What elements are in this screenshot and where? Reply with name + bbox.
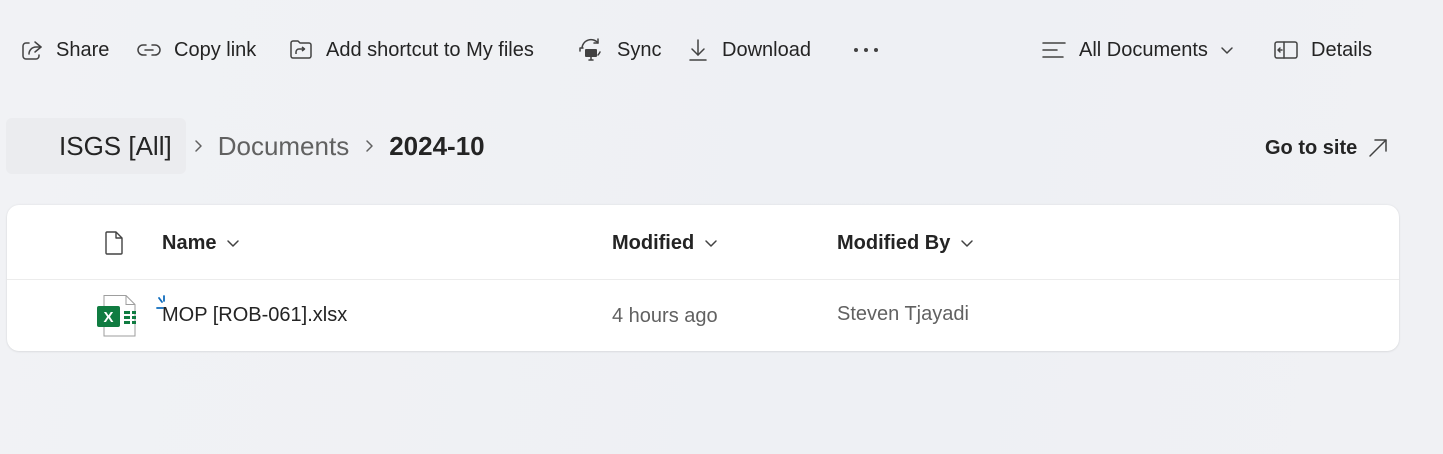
- add-shortcut-button[interactable]: Add shortcut to My files: [288, 30, 534, 70]
- document-icon: [105, 231, 123, 255]
- command-bar: Share Copy link Add shortcut to My files…: [0, 0, 1443, 100]
- excel-file-icon: X: [97, 295, 136, 337]
- chevron-down-icon: [227, 240, 240, 247]
- view-label: All Documents: [1079, 38, 1208, 61]
- name-column-header[interactable]: Name: [162, 227, 240, 259]
- more-icon: [854, 48, 878, 52]
- go-to-site-label: Go to site: [1265, 136, 1358, 159]
- svg-text:X: X: [103, 309, 113, 326]
- modified-by-column-label: Modified By: [837, 231, 951, 254]
- modified-column-header[interactable]: Modified: [612, 227, 718, 259]
- chevron-down-icon: [705, 240, 717, 247]
- sync-icon: [579, 38, 601, 61]
- file-type-column-header[interactable]: [103, 227, 125, 259]
- details-label: Details: [1311, 38, 1373, 61]
- share-label: Share: [56, 38, 110, 61]
- details-button[interactable]: Details: [1273, 30, 1372, 70]
- download-label: Download: [722, 38, 811, 61]
- chevron-down-icon: [1221, 47, 1233, 54]
- file-list: Name Modified Modified By X MOP [ROB-061…: [7, 205, 1399, 351]
- share-button[interactable]: Share: [20, 30, 109, 70]
- modified-column-label: Modified: [612, 231, 695, 254]
- sync-label: Sync: [617, 38, 662, 61]
- file-list-header: Name Modified Modified By: [7, 205, 1399, 280]
- breadcrumb: ISGS [All] Documents 2024-10: [6, 118, 485, 174]
- share-icon: [22, 41, 42, 60]
- details-pane-icon: [1274, 41, 1298, 59]
- sync-button[interactable]: Sync: [577, 30, 661, 70]
- name-column-label: Name: [162, 231, 217, 254]
- file-name-link[interactable]: MOP [ROB-061].xlsx: [162, 304, 347, 327]
- more-options-button[interactable]: [852, 30, 880, 70]
- breadcrumb-item-documents[interactable]: Documents: [218, 131, 350, 162]
- link-icon: [137, 44, 161, 56]
- go-to-site-link[interactable]: Go to site: [1265, 130, 1389, 166]
- copy-link-button[interactable]: Copy link: [136, 30, 256, 70]
- modified-value: 4 hours ago: [612, 305, 718, 327]
- view-list-icon: [1042, 42, 1066, 58]
- modified-by-column-header[interactable]: Modified By: [837, 227, 974, 259]
- add-shortcut-icon: [290, 40, 312, 59]
- breadcrumb-item-site[interactable]: ISGS [All]: [6, 118, 186, 174]
- table-row[interactable]: X MOP [ROB-061].xlsx 4 hours ago Steven …: [7, 280, 1399, 351]
- view-switcher[interactable]: All Documents: [1041, 30, 1234, 70]
- open-external-arrow-icon: [1369, 139, 1387, 157]
- copy-link-label: Copy link: [174, 38, 257, 61]
- chevron-down-icon: [961, 240, 974, 247]
- download-button[interactable]: Download: [686, 30, 811, 70]
- breadcrumb-item-current-folder: 2024-10: [389, 130, 485, 161]
- chevron-right-icon: [192, 138, 204, 154]
- download-icon: [689, 39, 707, 61]
- add-shortcut-label: Add shortcut to My files: [326, 38, 534, 61]
- modified-by-value: Steven Tjayadi: [837, 303, 969, 325]
- chevron-right-icon: [363, 138, 375, 154]
